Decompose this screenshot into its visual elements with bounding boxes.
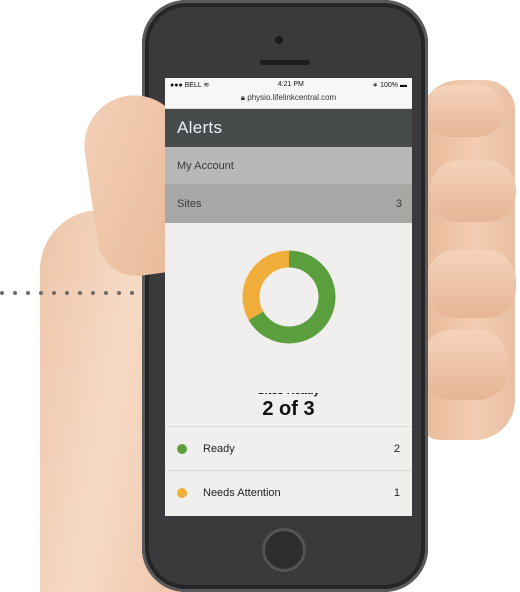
status-dot-icon xyxy=(177,487,187,498)
url-bar[interactable]: 🔒︎ physio.lifelinkcentral.com xyxy=(165,91,412,109)
finger xyxy=(426,250,516,318)
carrier-label: ●●● BELL ≋ xyxy=(170,81,210,89)
summary-value: 2 of 3 xyxy=(262,398,315,420)
battery-indicator: ∗ 100% ▬ xyxy=(372,81,407,89)
front-camera xyxy=(275,36,283,44)
chart-area xyxy=(165,223,412,393)
legend-row-needs-attention[interactable]: Needs Attention 1 xyxy=(165,470,412,514)
status-dot-icon xyxy=(177,443,187,454)
sites-count: 3 xyxy=(395,197,402,210)
battery-icon: ▬ xyxy=(399,81,407,89)
scene: ●●● BELL ≋ 4:21 PM ∗ 100% ▬ 🔒︎ physio.li… xyxy=(0,0,520,592)
menu-item-sites[interactable]: Sites 3 xyxy=(165,185,412,223)
finger xyxy=(422,330,508,400)
wifi-icon: ≋ xyxy=(203,81,210,89)
earpiece xyxy=(260,60,310,65)
bluetooth-icon: ∗ xyxy=(372,81,379,89)
sites-donut-chart xyxy=(242,250,336,344)
needs-attention-count: 1 xyxy=(393,486,400,499)
ready-count: 2 xyxy=(393,442,400,455)
clock: 4:21 PM xyxy=(277,81,304,88)
home-button[interactable] xyxy=(262,528,306,572)
menu-item-my-account[interactable]: My Account xyxy=(165,147,412,185)
finger xyxy=(424,85,504,137)
lock-icon: 🔒︎ xyxy=(240,93,246,102)
legend-row-ready[interactable]: Ready 2 xyxy=(165,426,412,470)
legend-list: Ready 2 Needs Attention 1 xyxy=(165,426,412,514)
finger xyxy=(430,160,516,222)
signal-icon: ●●● xyxy=(170,81,183,89)
page-title: Alerts xyxy=(165,109,412,147)
status-bar: ●●● BELL ≋ 4:21 PM ∗ 100% ▬ xyxy=(165,78,412,91)
phone-screen: ●●● BELL ≋ 4:21 PM ∗ 100% ▬ 🔒︎ physio.li… xyxy=(165,78,412,516)
